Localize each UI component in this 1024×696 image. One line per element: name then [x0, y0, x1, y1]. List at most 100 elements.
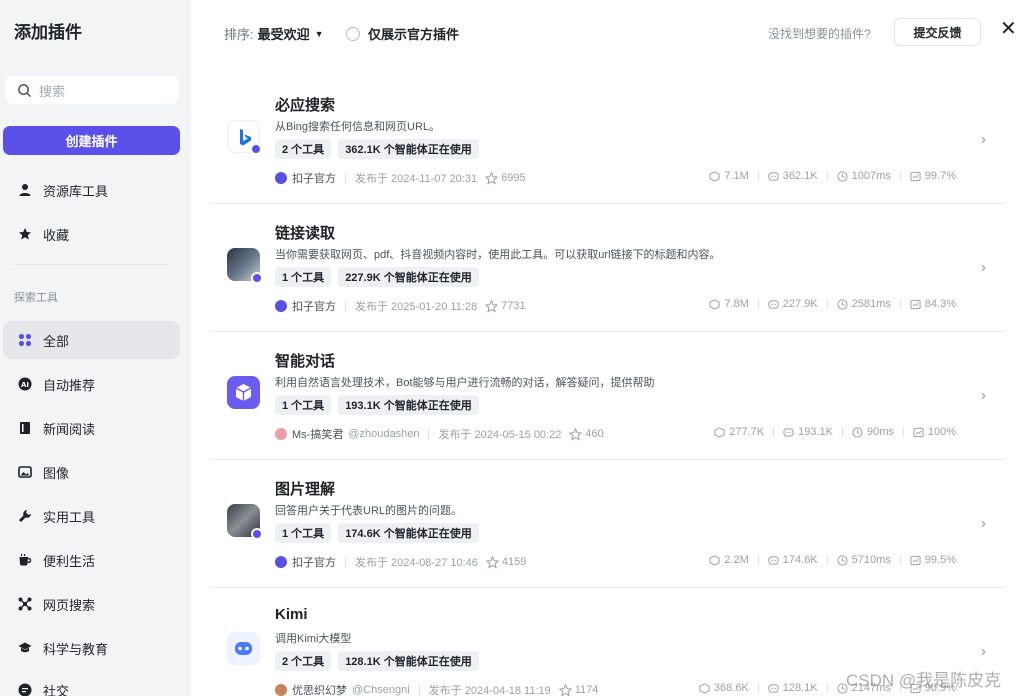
usage-tag: 128.1K 个智能体正在使用 [338, 651, 479, 671]
success-value: 84.3% [924, 298, 956, 310]
sidebar-item-auto-recommend[interactable]: AI 自动推荐 [3, 365, 180, 403]
ai-icon: AI [17, 376, 33, 392]
sort-label: 排序: [224, 27, 254, 42]
sidebar-item-education[interactable]: 科学与教育 [3, 629, 180, 667]
sidebar-item-label: 图像 [43, 465, 70, 481]
star-count: 7731 [485, 299, 526, 313]
chart-icon [910, 555, 921, 565]
official-only-label: 仅展示官方插件 [368, 27, 460, 42]
sidebar-item-label: 社交 [43, 683, 70, 696]
author-name: 扣子官方 [292, 173, 336, 185]
clock-icon [837, 554, 848, 566]
star-count-value: 7731 [501, 300, 526, 312]
bots-value: 227.9K [782, 298, 818, 310]
sidebar-item-label: 新闻阅读 [43, 421, 96, 437]
plugin-row[interactable]: 必应搜索 从Bing搜索任何信息和网页URL。 2 个工具 362.1K 个智能… [212, 76, 1006, 204]
chart-icon [910, 171, 921, 181]
chevron-right-icon[interactable]: › [981, 643, 986, 661]
chevron-right-icon[interactable]: › [981, 259, 986, 277]
sidebar-item-label: 便利生活 [43, 553, 96, 569]
sidebar-item-utilities[interactable]: 实用工具 [3, 497, 180, 535]
chevron-right-icon[interactable]: › [981, 387, 986, 405]
author-name: 扣子官方 [292, 557, 336, 569]
bot-count: 174.6K [768, 554, 818, 566]
plugin-row[interactable]: 智能对话 利用自然语言处理技术，Bot能够与用户进行流畅的对话，解答疑问，提供帮… [212, 332, 1006, 460]
official-only-toggle[interactable]: 仅展示官方插件 [346, 24, 459, 43]
star-count: 1174 [558, 683, 599, 696]
watermark: CSDN @我是陈皮克 [846, 671, 1002, 690]
calls-value: 368.6K [713, 682, 749, 694]
verified-badge-icon [250, 143, 262, 155]
latency-value: 5710ms [851, 554, 891, 566]
success-rate: 100% [913, 426, 956, 438]
chevron-right-icon[interactable]: › [981, 515, 986, 533]
plugin-name: 必应搜索 [275, 97, 336, 114]
cube-icon [709, 298, 720, 310]
plugin-author[interactable]: 优思织幻梦 [275, 682, 347, 696]
tool-count-tag: 1 个工具 [275, 523, 332, 543]
star-outline-icon [485, 171, 499, 185]
sidebar-item-label: 全部 [43, 333, 70, 349]
sidebar-item-label: 收藏 [43, 227, 70, 243]
sidebar-item-news[interactable]: 新闻阅读 [3, 409, 180, 447]
link-reader-logo-icon [227, 248, 263, 284]
bot-count: 128.1K [768, 682, 818, 694]
latency-value: 1007ms [851, 170, 891, 182]
verified-badge-icon [251, 528, 263, 540]
star-count-value: 4159 [501, 556, 527, 568]
radio-button[interactable] [346, 26, 360, 41]
kimi-logo-icon [227, 632, 260, 665]
success-value: 100% [927, 426, 956, 438]
bots-value: 174.6K [782, 554, 818, 566]
sidebar-item-all[interactable]: 全部 [3, 321, 180, 359]
plugin-row[interactable]: 图片理解 回答用户关于代表URL的图片的问题。 1 个工具 174.6K 个智能… [212, 460, 1006, 588]
publish-date: 发布于 2024-05-15 00:22 [438, 429, 562, 441]
sidebar-item-label: 资源库工具 [43, 183, 109, 199]
sort-dropdown[interactable]: 排序: 最受欢迎 ▼ [224, 24, 324, 43]
chevron-right-icon[interactable]: › [981, 131, 986, 149]
call-count: 7.8M [709, 298, 749, 310]
plugin-description: 调用Kimi大模型 [275, 633, 352, 645]
cube-icon [714, 426, 725, 438]
bots-value: 193.1K [798, 426, 833, 438]
plugin-author[interactable]: 扣子官方 [275, 298, 336, 314]
create-plugin-button[interactable]: 创建插件 [3, 126, 180, 155]
tool-count-tag: 2 个工具 [275, 139, 332, 159]
plugin-row[interactable]: 链接读取 当你需要获取网页、pdf、抖音视频内容时，使用此工具。可以获取url链… [212, 204, 1006, 332]
sort-value: 最受欢迎 [257, 27, 310, 42]
call-count: 277.7K [714, 426, 764, 438]
author-name: 扣子官方 [292, 301, 336, 313]
plugin-description: 从Bing搜索任何信息和网页URL。 [275, 121, 441, 133]
plugin-author[interactable]: 扣子官方 [275, 554, 336, 570]
cup-icon [17, 552, 33, 568]
chart-icon [913, 427, 924, 437]
success-rate: 84.3% [910, 298, 956, 310]
sidebar-item-favorites[interactable]: 收藏 [3, 215, 180, 253]
close-icon[interactable]: ✕ [1000, 16, 1017, 41]
sidebar-item-image[interactable]: 图像 [3, 453, 180, 491]
tool-count-tag: 1 个工具 [275, 395, 332, 415]
sidebar-item-web-search[interactable]: 网页搜索 [3, 585, 180, 623]
user-avatar-icon [275, 684, 287, 696]
publish-date: 发布于 2024-08-27 10:46 [355, 557, 478, 569]
search-input[interactable]: 搜索 [5, 76, 179, 104]
bot-count: 227.9K [768, 298, 818, 310]
star-count-value: 1174 [574, 684, 599, 696]
sidebar-divider [14, 264, 168, 265]
plugin-author[interactable]: 扣子官方 [275, 170, 336, 186]
bing-logo-icon [227, 120, 262, 155]
bot-count: 362.1K [768, 170, 818, 182]
author-handle: @zhoudashen [348, 428, 420, 440]
calls-value: 7.1M [724, 170, 749, 182]
bot-icon [783, 427, 794, 437]
smart-chat-logo-icon [227, 376, 260, 409]
author-name: 优思织幻梦 [292, 685, 347, 696]
feedback-button[interactable]: 提交反馈 [894, 18, 981, 46]
not-found-text: 没找到想要的插件? [768, 27, 871, 41]
plugin-author[interactable]: Ms-搞笑君 [275, 426, 343, 442]
sidebar-item-lifestyle[interactable]: 便利生活 [3, 541, 180, 579]
sidebar-item-social[interactable]: 社交 [3, 671, 180, 696]
official-avatar-icon [275, 172, 287, 184]
sidebar-item-library[interactable]: 资源库工具 [3, 171, 180, 209]
publish-date: 发布于 2025-01-20 11:28 [355, 301, 478, 313]
